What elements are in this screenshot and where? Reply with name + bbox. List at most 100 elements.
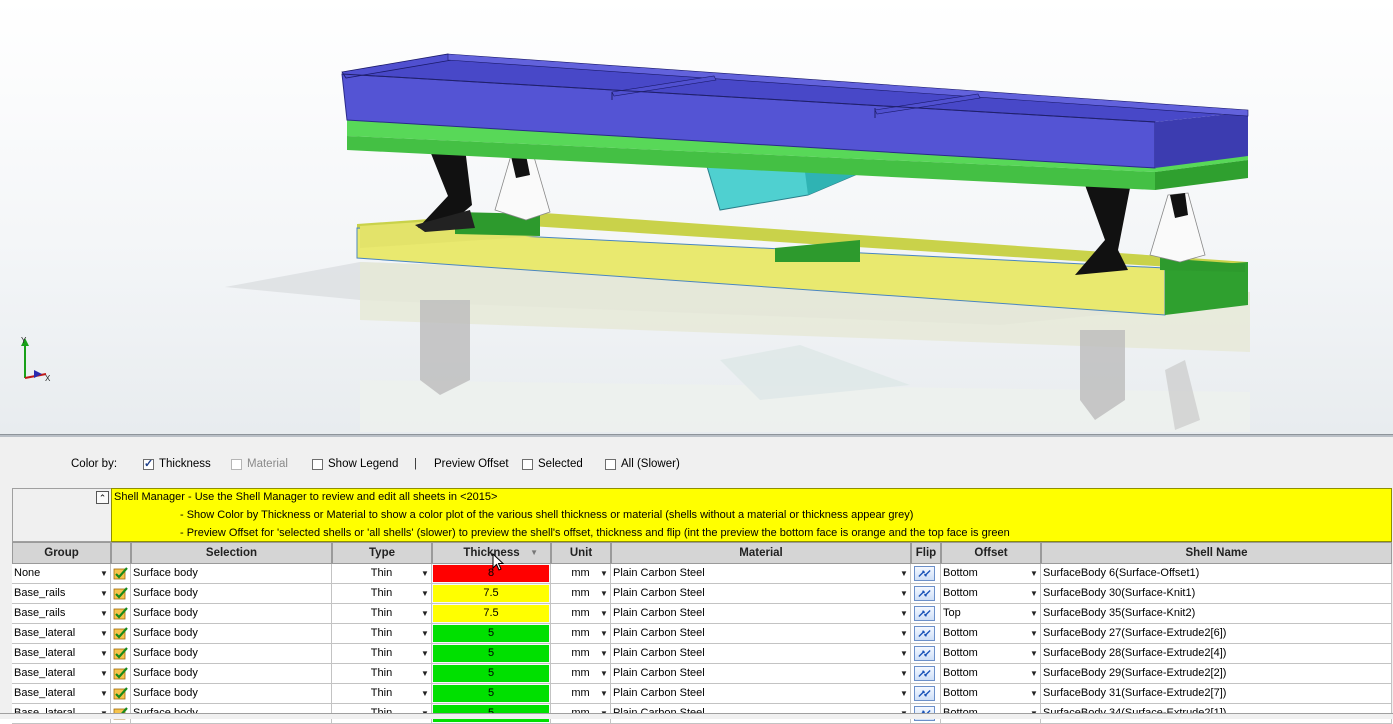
unit-dropdown[interactable]: mm xyxy=(551,624,611,644)
dropdown-arrow-icon[interactable] xyxy=(420,606,430,621)
material-dropdown[interactable]: Plain Carbon Steel xyxy=(611,664,911,684)
collapse-up-icon[interactable]: ⌃ xyxy=(96,491,109,504)
dropdown-arrow-icon[interactable] xyxy=(899,566,909,581)
type-dropdown[interactable]: Thin xyxy=(332,624,432,644)
selection-icon-cell[interactable] xyxy=(111,604,131,624)
offset-dropdown[interactable]: Bottom xyxy=(941,684,1041,704)
selected-checkbox[interactable]: Selected xyxy=(522,458,583,470)
unit-dropdown[interactable]: mm xyxy=(551,684,611,704)
table-row[interactable]: Base_lateral Surface body Thin 5 mm Plain Car… xyxy=(12,644,1392,664)
horizontal-scrollbar[interactable] xyxy=(0,713,1393,719)
dropdown-arrow-icon[interactable] xyxy=(1029,646,1039,661)
dropdown-arrow-icon[interactable] xyxy=(599,566,609,581)
header-material[interactable]: Material xyxy=(611,542,911,564)
dropdown-arrow-icon[interactable] xyxy=(899,646,909,661)
dropdown-arrow-icon[interactable] xyxy=(420,666,430,681)
dropdown-arrow-icon[interactable] xyxy=(599,626,609,641)
type-dropdown[interactable]: Thin xyxy=(332,664,432,684)
thickness-cell[interactable]: 5 xyxy=(432,664,551,684)
offset-dropdown[interactable]: Bottom xyxy=(941,564,1041,584)
group-dropdown[interactable]: Base_lateral xyxy=(12,644,111,664)
shell-name-cell[interactable]: SurfaceBody 27(Surface-Extrude2[6]) xyxy=(1041,624,1392,644)
header-type[interactable]: Type xyxy=(332,542,432,564)
flip-button[interactable] xyxy=(914,606,935,621)
material-checkbox[interactable]: Material xyxy=(231,458,288,470)
header-unit[interactable]: Unit xyxy=(551,542,611,564)
selection-icon-cell[interactable] xyxy=(111,664,131,684)
group-dropdown[interactable]: Base_lateral xyxy=(12,624,111,644)
type-dropdown[interactable]: Thin xyxy=(332,604,432,624)
unit-dropdown[interactable]: mm xyxy=(551,584,611,604)
dropdown-arrow-icon[interactable] xyxy=(1029,626,1039,641)
shell-name-cell[interactable]: SurfaceBody 30(Surface-Knit1) xyxy=(1041,584,1392,604)
thickness-cell[interactable]: 7.5 xyxy=(432,584,551,604)
thickness-checkbox[interactable]: Thickness xyxy=(143,457,211,470)
material-dropdown[interactable]: Plain Carbon Steel xyxy=(611,564,911,584)
offset-dropdown[interactable]: Bottom xyxy=(941,624,1041,644)
offset-dropdown[interactable]: Bottom xyxy=(941,664,1041,684)
unit-dropdown[interactable]: mm xyxy=(551,604,611,624)
dropdown-arrow-icon[interactable] xyxy=(1029,666,1039,681)
flip-button[interactable] xyxy=(914,666,935,681)
dropdown-arrow-icon[interactable] xyxy=(899,606,909,621)
dropdown-arrow-icon[interactable] xyxy=(99,566,109,581)
type-dropdown[interactable]: Thin xyxy=(332,644,432,664)
selection-cell[interactable]: Surface body xyxy=(131,624,332,644)
table-row[interactable]: NoneSurface bodyThin8mmPlain Carbon Stee… xyxy=(12,564,1392,584)
offset-dropdown[interactable]: Bottom xyxy=(941,584,1041,604)
thickness-cell[interactable]: 7.5 xyxy=(432,604,551,624)
type-dropdown[interactable]: Thin xyxy=(332,564,432,584)
table-row[interactable]: Base_rails Surface body Thin 7.5 mm Plain Car… xyxy=(12,584,1392,604)
dropdown-arrow-icon[interactable] xyxy=(1029,586,1039,601)
dropdown-arrow-icon[interactable] xyxy=(599,686,609,701)
material-dropdown[interactable]: Plain Carbon Steel xyxy=(611,604,911,624)
dropdown-arrow-icon[interactable] xyxy=(899,686,909,701)
all-slower-checkbox[interactable]: All (Slower) xyxy=(605,458,680,470)
dropdown-arrow-icon[interactable] xyxy=(99,666,109,681)
dropdown-arrow-icon[interactable] xyxy=(899,586,909,601)
material-dropdown[interactable]: Plain Carbon Steel xyxy=(611,684,911,704)
flip-button[interactable] xyxy=(914,626,935,641)
offset-dropdown[interactable]: Top xyxy=(941,604,1041,624)
type-dropdown[interactable]: Thin xyxy=(332,684,432,704)
dropdown-arrow-icon[interactable] xyxy=(599,606,609,621)
shell-name-cell[interactable]: SurfaceBody 29(Surface-Extrude2[2]) xyxy=(1041,664,1392,684)
dropdown-arrow-icon[interactable] xyxy=(899,666,909,681)
material-dropdown[interactable]: Plain Carbon Steel xyxy=(611,584,911,604)
header-offset[interactable]: Offset xyxy=(941,542,1041,564)
shell-model-render[interactable]: Y X xyxy=(0,0,1393,434)
selection-cell[interactable]: Surface body xyxy=(131,564,332,584)
dropdown-arrow-icon[interactable] xyxy=(1029,566,1039,581)
dropdown-arrow-icon[interactable] xyxy=(420,646,430,661)
selection-icon-cell[interactable] xyxy=(111,684,131,704)
dropdown-arrow-icon[interactable] xyxy=(99,586,109,601)
shell-name-cell[interactable]: SurfaceBody 28(Surface-Extrude2[4]) xyxy=(1041,644,1392,664)
dropdown-arrow-icon[interactable] xyxy=(99,686,109,701)
dropdown-arrow-icon[interactable] xyxy=(420,586,430,601)
group-dropdown[interactable]: Base_lateral xyxy=(12,664,111,684)
selection-cell[interactable]: Surface body xyxy=(131,644,332,664)
selection-cell[interactable]: Surface body xyxy=(131,664,332,684)
header-shell-name[interactable]: Shell Name xyxy=(1041,542,1392,564)
dropdown-arrow-icon[interactable] xyxy=(420,626,430,641)
dropdown-arrow-icon[interactable] xyxy=(99,646,109,661)
dropdown-arrow-icon[interactable] xyxy=(599,666,609,681)
dropdown-arrow-icon[interactable] xyxy=(599,586,609,601)
table-row[interactable]: Base_lateral Surface body Thin 5 mm Plain Car… xyxy=(12,684,1392,704)
flip-button[interactable] xyxy=(914,586,935,601)
shell-name-cell[interactable]: SurfaceBody 31(Surface-Extrude2[7]) xyxy=(1041,684,1392,704)
material-dropdown[interactable]: Plain Carbon Steel xyxy=(611,644,911,664)
type-dropdown[interactable]: Thin xyxy=(332,584,432,604)
dropdown-arrow-icon[interactable] xyxy=(599,646,609,661)
shell-name-cell[interactable]: SurfaceBody 6(Surface-Offset1) xyxy=(1041,564,1392,584)
header-selection[interactable]: Selection xyxy=(131,542,332,564)
selection-icon-cell[interactable] xyxy=(111,584,131,604)
table-row[interactable]: Base_rails Surface body Thin 7.5 mm Plain Car… xyxy=(12,604,1392,624)
selection-icon-cell[interactable] xyxy=(111,564,131,584)
dropdown-arrow-icon[interactable] xyxy=(1029,606,1039,621)
group-dropdown[interactable]: Base_lateral xyxy=(12,684,111,704)
dropdown-arrow-icon[interactable] xyxy=(899,626,909,641)
selection-icon-cell[interactable] xyxy=(111,644,131,664)
group-dropdown[interactable]: None xyxy=(12,564,111,584)
selection-icon-cell[interactable] xyxy=(111,624,131,644)
